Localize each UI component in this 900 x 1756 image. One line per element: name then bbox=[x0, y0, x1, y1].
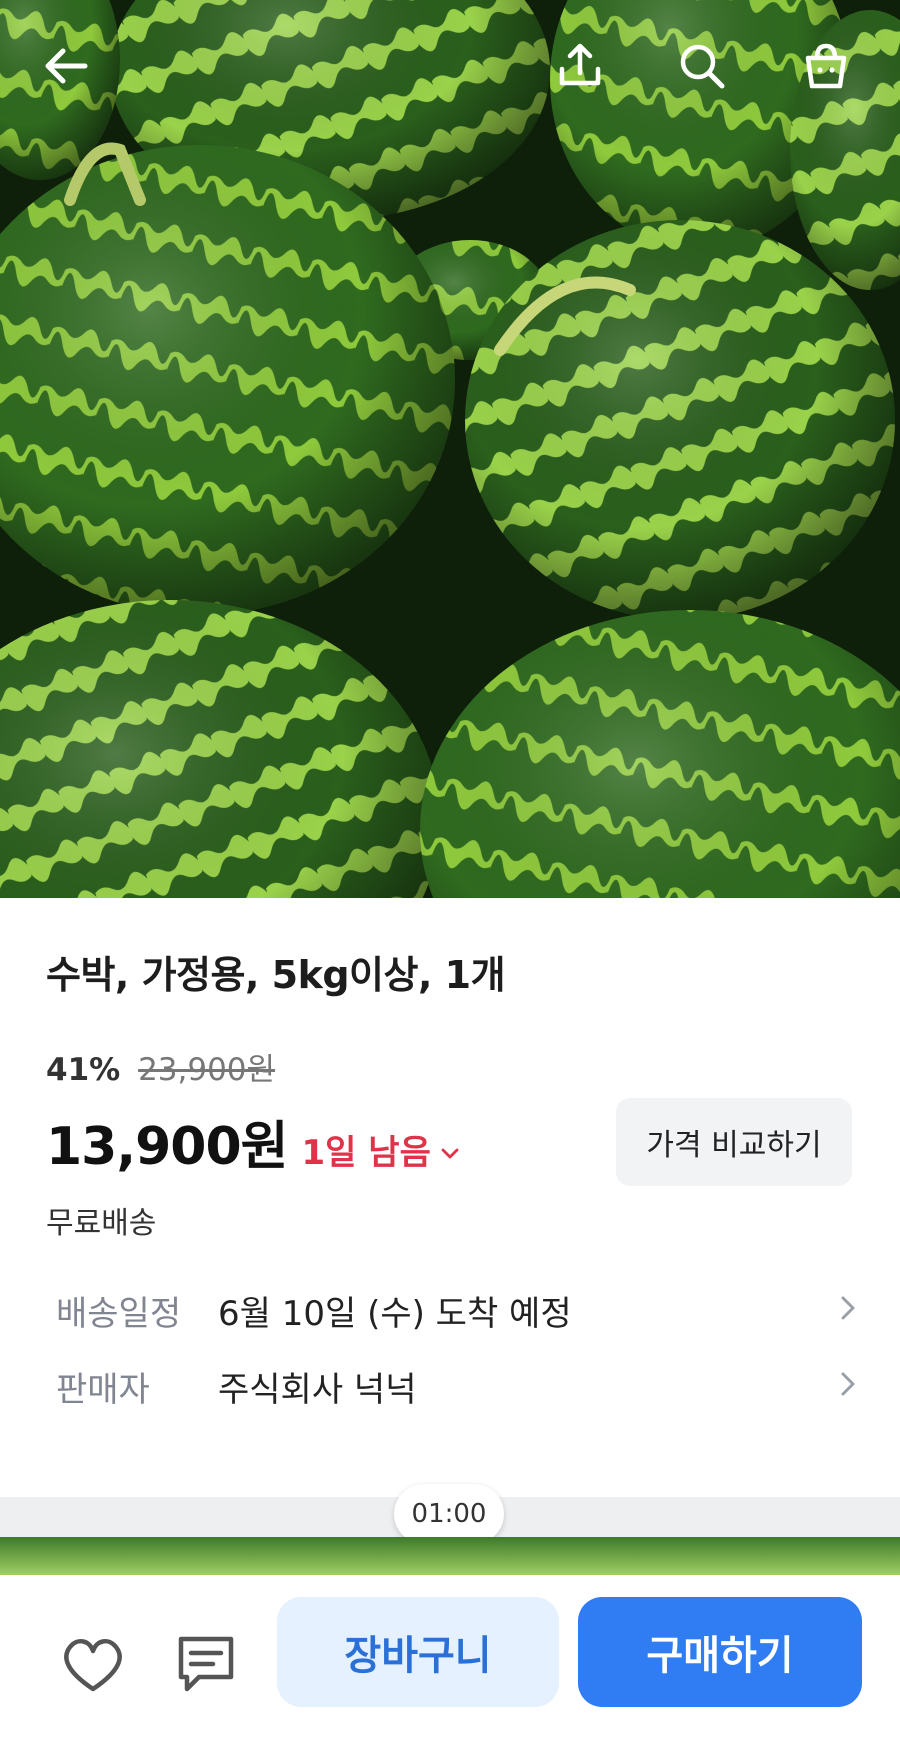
search-icon bbox=[680, 44, 725, 89]
seller-row[interactable]: 판매자 주식회사 넉넉 bbox=[56, 1356, 856, 1416]
heart-icon bbox=[64, 1638, 122, 1692]
next-image-peek bbox=[0, 1537, 900, 1575]
discount-row: 41% 23,900원 bbox=[46, 1044, 275, 1089]
buy-now-button[interactable]: 구매하기 bbox=[578, 1597, 862, 1707]
search-button[interactable] bbox=[672, 36, 732, 96]
seller-value: 주식회사 넉넉 bbox=[218, 1369, 417, 1410]
share-button[interactable] bbox=[550, 36, 610, 96]
wishlist-button[interactable] bbox=[53, 1625, 133, 1705]
original-price: 23,900원 bbox=[138, 1052, 276, 1088]
chat-icon bbox=[178, 1636, 234, 1692]
discount-rate: 41% bbox=[46, 1052, 121, 1088]
price-compare-button[interactable]: 가격 비교하기 bbox=[616, 1098, 852, 1186]
cart-button[interactable] bbox=[796, 36, 856, 96]
price-row: 13,900원 1일 남음 bbox=[46, 1104, 459, 1179]
time-left-label[interactable]: 1일 남음 bbox=[302, 1125, 431, 1174]
cart-bag-icon bbox=[805, 43, 847, 89]
chevron-right-icon bbox=[840, 1290, 856, 1330]
product-title: 수박, 가정용, 5kg이상, 1개 bbox=[46, 953, 506, 997]
bottom-action-bar: 장바구니 구매하기 bbox=[0, 1575, 900, 1756]
back-arrow-icon bbox=[45, 48, 88, 84]
video-timer[interactable]: 01:00 bbox=[394, 1484, 504, 1544]
chevron-down-icon[interactable] bbox=[441, 1138, 459, 1166]
shipping-info: 무료배송 bbox=[46, 1206, 157, 1241]
sale-price: 13,900원 bbox=[46, 1117, 289, 1177]
delivery-schedule-label: 배송일정 bbox=[56, 1293, 182, 1334]
product-image[interactable] bbox=[0, 0, 900, 898]
watermelon-photo bbox=[0, 0, 900, 898]
top-navigation-bar bbox=[0, 0, 900, 130]
seller-label: 판매자 bbox=[56, 1369, 150, 1410]
delivery-schedule-value: 6월 10일 (수) 도착 예정 bbox=[218, 1293, 572, 1334]
back-button[interactable] bbox=[36, 36, 96, 96]
add-to-cart-button[interactable]: 장바구니 bbox=[277, 1597, 559, 1707]
inquiry-button[interactable] bbox=[166, 1625, 246, 1705]
delivery-schedule-row[interactable]: 배송일정 6월 10일 (수) 도착 예정 bbox=[56, 1280, 856, 1340]
chevron-right-icon bbox=[840, 1366, 856, 1406]
share-icon bbox=[559, 43, 601, 86]
